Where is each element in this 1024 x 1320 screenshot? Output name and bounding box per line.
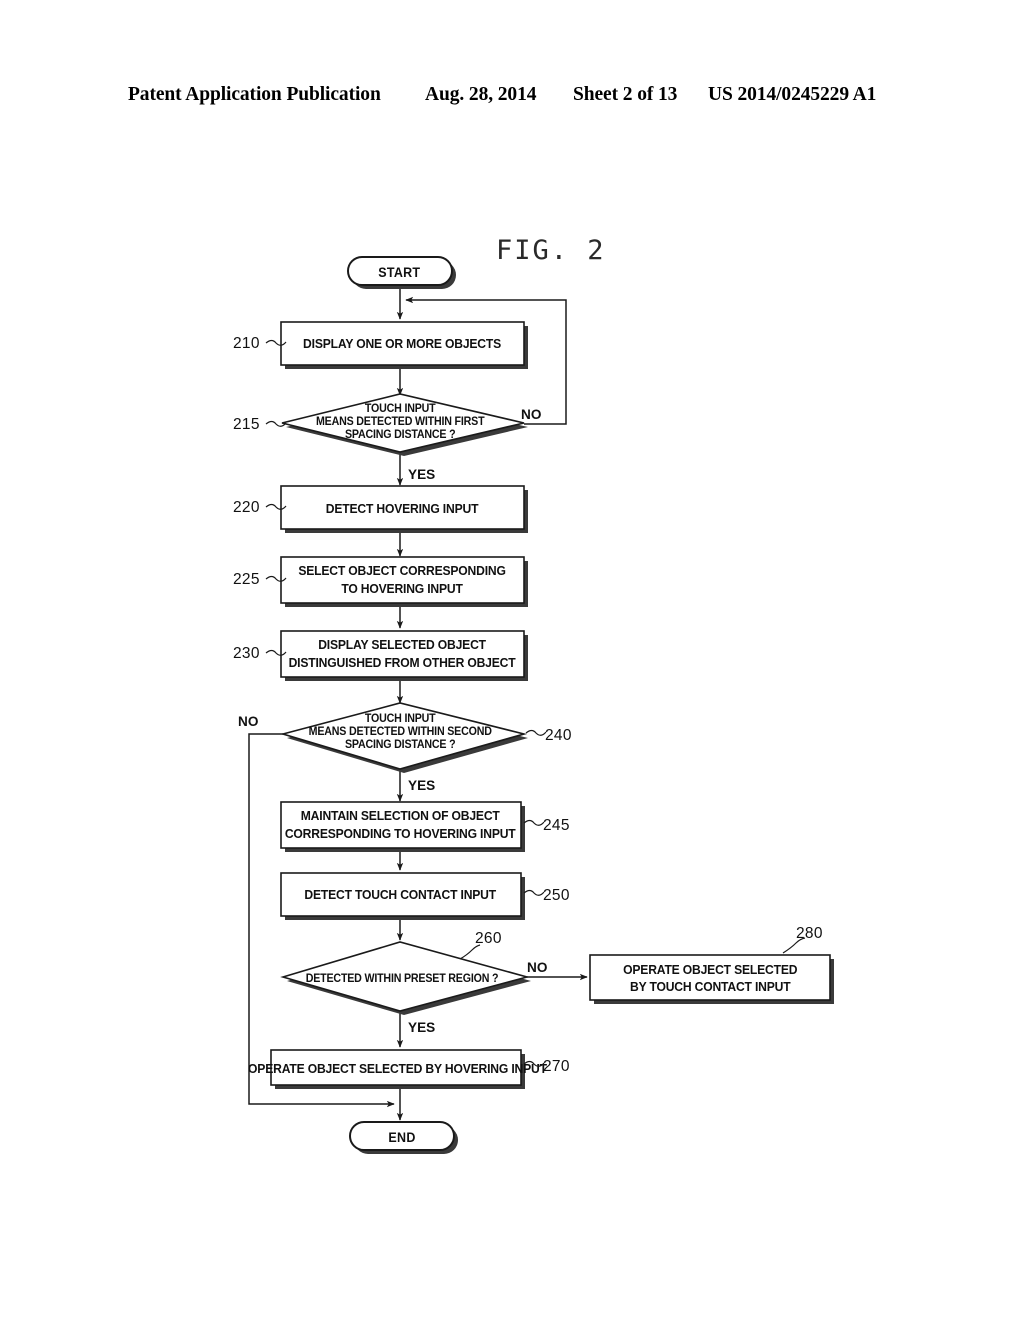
node-230-line2: DISTINGUISHED FROM OTHER OBJECT <box>289 656 516 671</box>
ref-250: 250 <box>523 887 570 904</box>
ref-260: 260 <box>459 930 502 960</box>
ref-215-number: 215 <box>233 416 260 433</box>
node-225: SELECT OBJECT CORRESPONDING TO HOVERING … <box>280 556 528 607</box>
ref-225: 225 <box>233 571 287 588</box>
node-215-line2: MEANS DETECTED WITHIN FIRST <box>316 416 485 428</box>
figure-title: FIG. 2 <box>496 235 606 266</box>
node-end: END <box>349 1121 458 1154</box>
node-start: START <box>347 256 456 289</box>
node-215-line1: TOUCH INPUT <box>365 403 436 415</box>
ref-250-number: 250 <box>543 887 570 904</box>
flowchart-figure: FIG. 2 START DISPLAY ONE OR MORE OBJECTS… <box>0 0 1024 1320</box>
node-220: DETECT HOVERING INPUT <box>280 485 528 533</box>
ref-210-number: 210 <box>233 335 260 352</box>
branch-240-yes: YES <box>408 778 435 793</box>
node-215: TOUCH INPUT MEANS DETECTED WITHIN FIRST … <box>281 393 528 456</box>
node-270-label: OPERATE OBJECT SELECTED BY HOVERING INPU… <box>248 1062 547 1077</box>
branch-215-yes: YES <box>408 467 435 482</box>
ref-215: 215 <box>233 416 287 433</box>
ref-245-number: 245 <box>543 817 570 834</box>
node-230: DISPLAY SELECTED OBJECT DISTINGUISHED FR… <box>280 630 528 681</box>
ref-260-number: 260 <box>475 930 502 947</box>
node-220-label: DETECT HOVERING INPUT <box>326 502 479 517</box>
ref-240-number: 240 <box>545 727 572 744</box>
node-250-label: DETECT TOUCH CONTACT INPUT <box>304 888 496 903</box>
ref-225-number: 225 <box>233 571 260 588</box>
ref-210: 210 <box>233 335 287 352</box>
branch-215-no: NO <box>521 407 541 422</box>
branch-260-no: NO <box>527 960 547 975</box>
node-245-line1: MAINTAIN SELECTION OF OBJECT <box>301 809 500 824</box>
branch-260-yes: YES <box>408 1020 435 1035</box>
node-240-line3: SPACING DISTANCE ? <box>345 739 456 751</box>
node-230-line1: DISPLAY SELECTED OBJECT <box>318 638 486 653</box>
node-240: TOUCH INPUT MEANS DETECTED WITHIN SECOND… <box>280 702 528 773</box>
node-210-label: DISPLAY ONE OR MORE OBJECTS <box>303 337 501 352</box>
node-280-line1: OPERATE OBJECT SELECTED <box>623 963 797 978</box>
node-280-line2: BY TOUCH CONTACT INPUT <box>630 980 791 995</box>
ref-220: 220 <box>233 499 287 516</box>
node-250: DETECT TOUCH CONTACT INPUT <box>280 872 525 920</box>
ref-220-number: 220 <box>233 499 260 516</box>
start-label: START <box>378 265 420 281</box>
node-240-line1: TOUCH INPUT <box>365 713 436 725</box>
ref-270-number: 270 <box>543 1058 570 1075</box>
node-270: OPERATE OBJECT SELECTED BY HOVERING INPU… <box>248 1049 547 1089</box>
ref-230: 230 <box>233 645 287 662</box>
node-245: MAINTAIN SELECTION OF OBJECT CORRESPONDI… <box>280 801 525 852</box>
ref-280: 280 <box>782 925 823 954</box>
node-260: DETECTED WITHIN PRESET REGION ? <box>280 941 531 1015</box>
node-260-label: DETECTED WITHIN PRESET REGION ? <box>306 973 499 985</box>
node-215-line3: SPACING DISTANCE ? <box>345 429 456 441</box>
ref-240: 240 <box>525 727 572 744</box>
node-225-line1: SELECT OBJECT CORRESPONDING <box>298 564 506 579</box>
node-225-line2: TO HOVERING INPUT <box>341 582 463 597</box>
end-label: END <box>388 1130 415 1146</box>
node-210: DISPLAY ONE OR MORE OBJECTS <box>280 321 528 369</box>
ref-245: 245 <box>523 817 570 834</box>
ref-280-number: 280 <box>796 925 823 942</box>
ref-230-number: 230 <box>233 645 260 662</box>
branch-240-no: NO <box>238 714 258 729</box>
node-245-line2: CORRESPONDING TO HOVERING INPUT <box>285 827 516 842</box>
node-280: OPERATE OBJECT SELECTED BY TOUCH CONTACT… <box>589 954 834 1004</box>
node-240-line2: MEANS DETECTED WITHIN SECOND <box>309 726 492 738</box>
